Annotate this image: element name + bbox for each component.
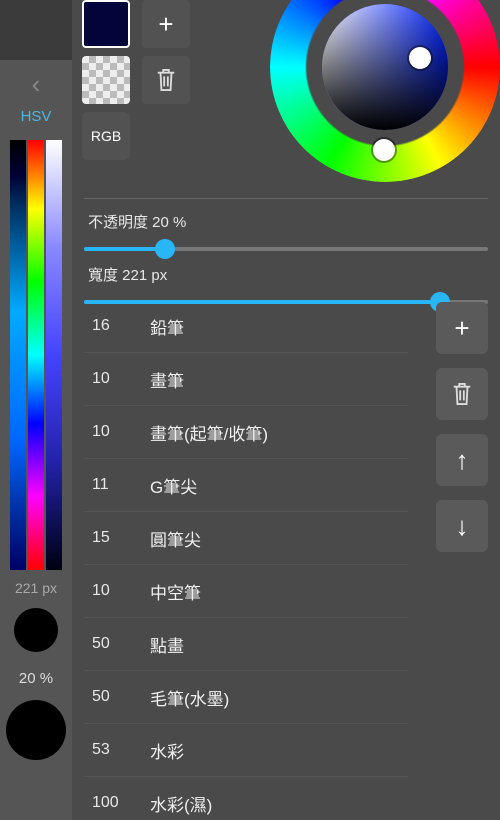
brush-list-item[interactable]: 53 水彩 (84, 724, 408, 777)
brush-list-item[interactable]: 16 鉛筆 (84, 300, 408, 353)
brush-item-size: 11 (92, 476, 132, 494)
brush-item-size: 15 (92, 529, 132, 547)
arrow-up-icon: ↑ (456, 445, 469, 476)
brush-item-size: 50 (92, 635, 132, 653)
brush-item-name: 點畫 (150, 632, 184, 657)
app-root: ‹ HSV 221 px 20 % + (0, 0, 500, 820)
swatch-column: + (82, 0, 202, 104)
opacity-slider-label: 不透明度 20 % (88, 211, 488, 232)
brush-list[interactable]: 16鉛筆10畫筆10畫筆(起筆/收筆)11G筆尖15圓筆尖10中空筆50點畫50… (84, 300, 408, 820)
brush-list-item[interactable]: 50 點畫 (84, 618, 408, 671)
delete-swatch-button[interactable] (142, 56, 190, 104)
brush-list-item[interactable]: 11 G筆尖 (84, 459, 408, 512)
brush-item-size: 16 (92, 317, 132, 335)
brush-item-name: 鉛筆 (150, 314, 184, 339)
lightness-strip[interactable] (46, 140, 62, 570)
add-swatch-button[interactable]: + (142, 0, 190, 48)
brush-item-name: 毛筆(水墨) (150, 685, 229, 710)
saturation-strip[interactable] (10, 140, 26, 570)
brush-item-size: 10 (92, 582, 132, 600)
brush-item-name: 圓筆尖 (150, 526, 201, 551)
plus-icon: + (158, 9, 173, 40)
brush-item-name: 水彩 (150, 738, 184, 763)
left-topbar (0, 0, 72, 60)
brush-item-size: 53 (92, 741, 132, 759)
foreground-swatch[interactable] (82, 0, 130, 48)
color-mode-label[interactable]: HSV (0, 108, 72, 136)
brush-size-readout: 221 px (0, 580, 72, 596)
sv-square[interactable] (322, 4, 448, 130)
sv-handle[interactable] (409, 47, 431, 69)
brush-list-item[interactable]: 15 圓筆尖 (84, 512, 408, 565)
rgb-mode-button[interactable]: RGB (82, 112, 130, 160)
brush-preview-dot (14, 608, 58, 652)
arrow-down-icon: ↓ (456, 511, 469, 542)
move-brush-down-button[interactable]: ↓ (436, 500, 488, 552)
brush-item-name: G筆尖 (150, 473, 197, 498)
left-sidebar: ‹ HSV 221 px 20 % (0, 0, 72, 820)
back-button[interactable]: ‹ (0, 60, 72, 108)
hue-strip-group[interactable] (10, 140, 62, 570)
brush-item-name: 中空筆 (150, 579, 201, 604)
hue-strip[interactable] (28, 140, 44, 570)
divider (84, 198, 488, 199)
brush-list-item[interactable]: 100 水彩(濕) (84, 777, 408, 820)
width-slider-label: 寬度 221 px (88, 264, 488, 285)
brush-item-name: 畫筆(起筆/收筆) (150, 420, 268, 445)
color-wheel[interactable] (270, 0, 500, 182)
brush-item-size: 10 (92, 370, 132, 388)
brush-item-size: 50 (92, 688, 132, 706)
brush-item-name: 畫筆 (150, 367, 184, 392)
brush-opacity-readout: 20 % (0, 670, 72, 687)
plus-icon: + (454, 313, 469, 344)
brush-action-buttons: + ↑ ↓ (436, 302, 488, 552)
brush-list-item[interactable]: 10 畫筆(起筆/收筆) (84, 406, 408, 459)
brush-settings-panel: + RGB (72, 0, 500, 820)
move-brush-up-button[interactable]: ↑ (436, 434, 488, 486)
brush-preview-dot-large (6, 700, 66, 760)
brush-item-name: 水彩(濕) (150, 791, 212, 816)
brush-list-item[interactable]: 10 畫筆 (84, 353, 408, 406)
chevron-left-icon: ‹ (32, 69, 41, 100)
opacity-slider-knob[interactable] (155, 239, 175, 259)
hue-handle[interactable] (373, 139, 395, 161)
opacity-slider[interactable] (84, 236, 488, 262)
trash-icon (451, 381, 473, 407)
brush-list-item[interactable]: 50 毛筆(水墨) (84, 671, 408, 724)
brush-item-size: 10 (92, 423, 132, 441)
delete-brush-button[interactable] (436, 368, 488, 420)
trash-icon (155, 67, 177, 93)
brush-list-item[interactable]: 10 中空筆 (84, 565, 408, 618)
transparent-swatch[interactable] (82, 56, 130, 104)
add-brush-button[interactable]: + (436, 302, 488, 354)
brush-item-size: 100 (92, 794, 132, 812)
slider-group: 不透明度 20 % 寬度 221 px (84, 198, 488, 315)
